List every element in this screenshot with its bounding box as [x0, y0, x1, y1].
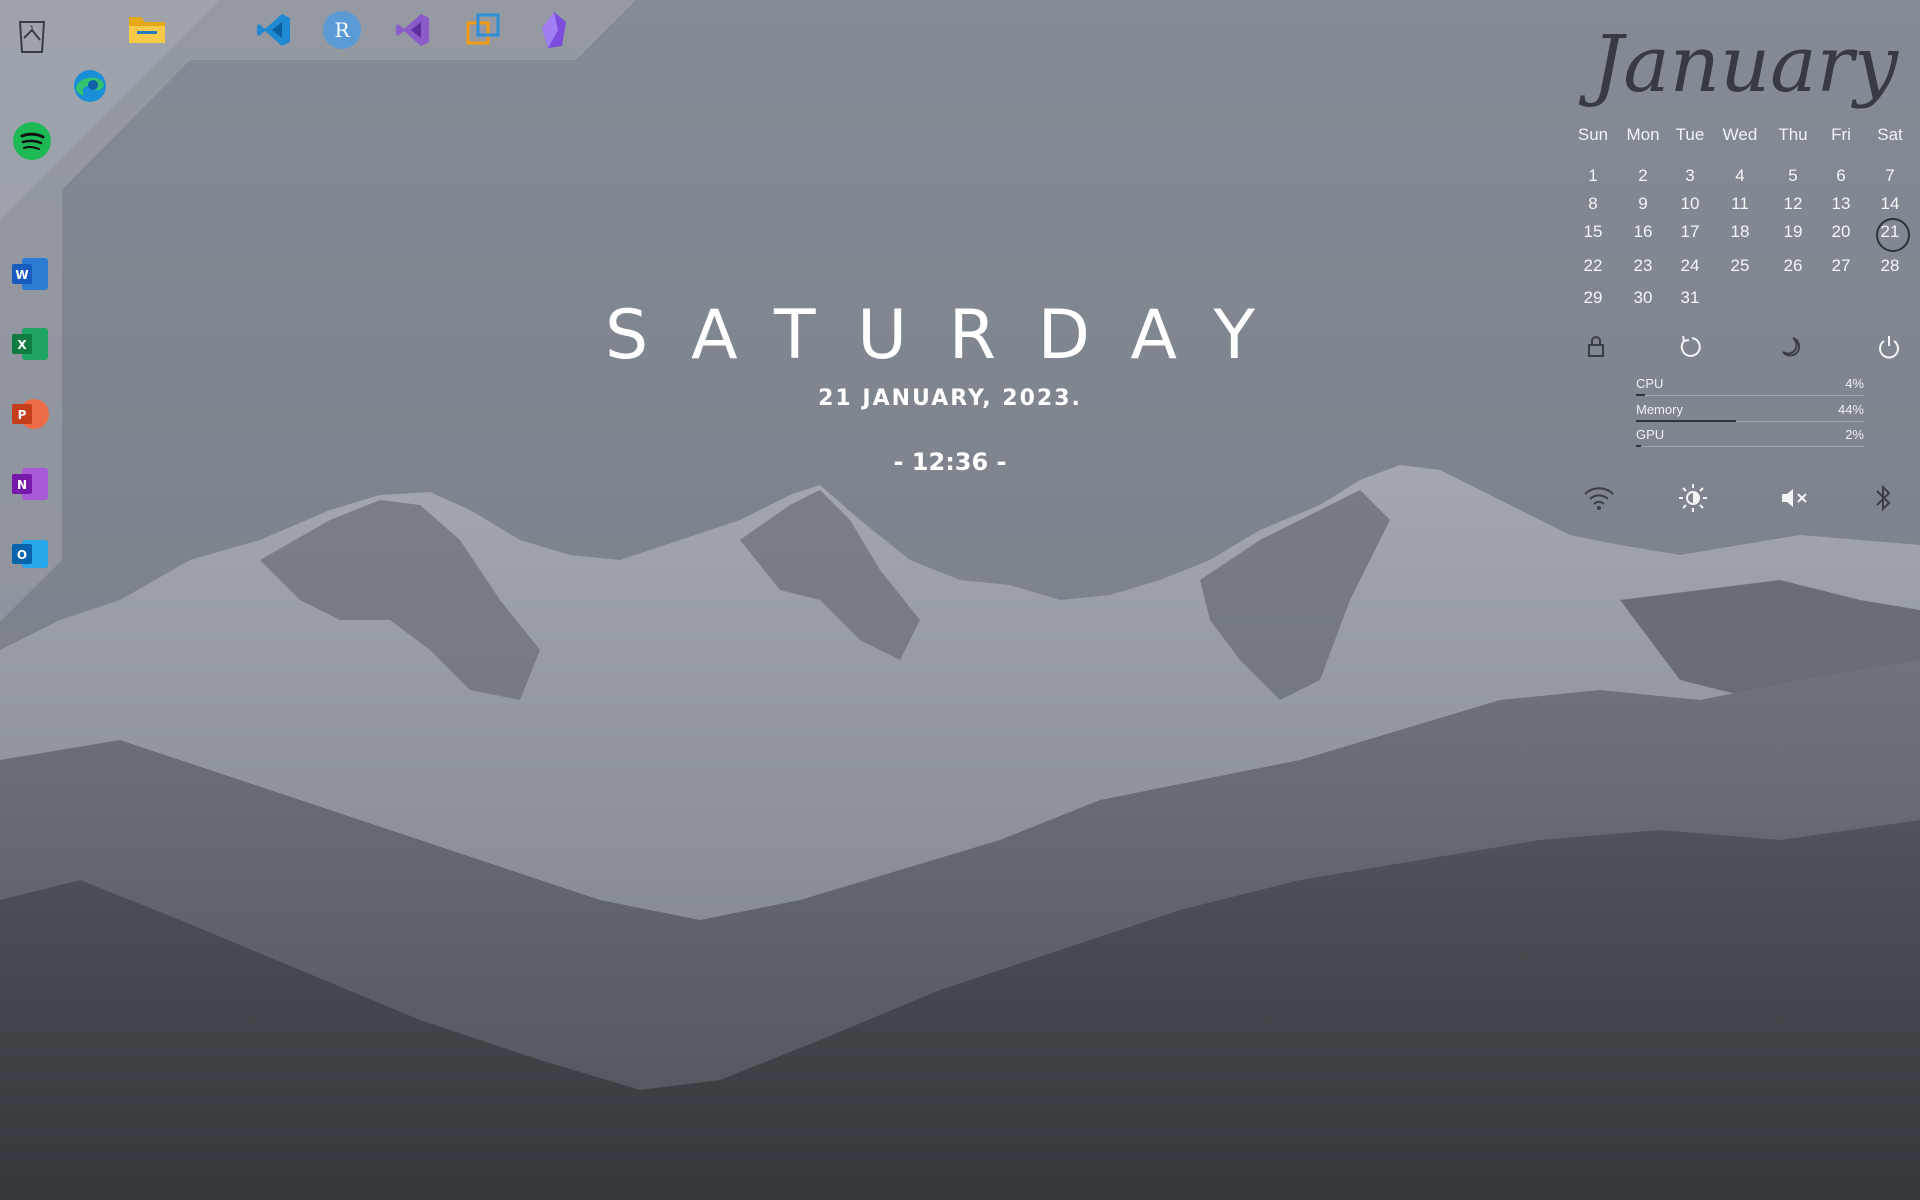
svg-text:W: W	[15, 268, 28, 282]
calendar-day[interactable]: 5	[1773, 166, 1813, 186]
today-marker	[1876, 218, 1910, 252]
meter-track	[1636, 446, 1864, 447]
powerpoint-icon[interactable]: P	[6, 390, 54, 438]
calendar-day[interactable]: 3	[1670, 166, 1710, 186]
spotify-icon[interactable]	[8, 117, 56, 165]
weekday-label: Tue	[1675, 125, 1705, 144]
calendar-day[interactable]: 19	[1773, 222, 1813, 242]
svg-text:P: P	[18, 408, 27, 422]
mute-icon[interactable]	[1777, 482, 1811, 514]
calendar-day[interactable]: 24	[1670, 256, 1710, 276]
meter-fill	[1636, 445, 1641, 447]
meter-value: 2%	[1845, 427, 1864, 442]
folder-icon[interactable]	[123, 6, 171, 54]
calendar-day[interactable]: 11	[1720, 194, 1760, 214]
obsidian-icon[interactable]	[530, 6, 578, 54]
gpu-meter: GPU 2%	[1636, 425, 1864, 447]
meter-label: CPU	[1636, 376, 1664, 391]
meter-label: Memory	[1636, 402, 1683, 417]
calendar-day[interactable]: 14	[1870, 194, 1910, 214]
svg-text:SATURDAY: SATURDAY	[605, 298, 1295, 368]
meter-value: 44%	[1837, 402, 1864, 417]
calendar-day[interactable]: 17	[1670, 222, 1710, 242]
calendar-day[interactable]: 26	[1773, 256, 1813, 276]
restart-icon[interactable]	[1676, 332, 1706, 362]
calendar-day[interactable]: 10	[1670, 194, 1710, 214]
meter-label: GPU	[1636, 427, 1665, 442]
time-text: - 12:36 -	[893, 448, 1007, 476]
calendar-day[interactable]: 22	[1573, 256, 1613, 276]
edge-icon[interactable]	[66, 62, 114, 110]
calendar-day[interactable]: 30	[1623, 288, 1663, 308]
outlook-icon[interactable]: O	[6, 530, 54, 578]
svg-text:1: 1	[29, 25, 35, 35]
calendar-day[interactable]: 29	[1573, 288, 1613, 308]
calendar-day[interactable]: 27	[1821, 256, 1861, 276]
calendar-day[interactable]: 13	[1821, 194, 1861, 214]
weekday-label: Wed	[1722, 125, 1758, 144]
desktop: 1 R W X P N O SATURDAY 21 JANUARY, 2023.	[0, 0, 1920, 1200]
weekday-label: Sun	[1577, 125, 1609, 144]
calendar-day[interactable]: 12	[1773, 194, 1813, 214]
calendar-day[interactable]: 8	[1573, 194, 1613, 214]
calendar-day[interactable]: 4	[1720, 166, 1760, 186]
visual-studio-icon[interactable]	[389, 6, 437, 54]
calendar-day[interactable]: 31	[1670, 288, 1710, 308]
wifi-icon[interactable]	[1582, 482, 1616, 514]
weekday-label: Sat	[1877, 125, 1903, 144]
day-name: SATURDAY	[605, 298, 1295, 368]
calendar-day[interactable]: 1	[1573, 166, 1613, 186]
meter-fill	[1636, 394, 1645, 396]
calendar-day[interactable]: 23	[1623, 256, 1663, 276]
calendar-day[interactable]: 9	[1623, 194, 1663, 214]
bluetooth-icon[interactable]	[1866, 482, 1900, 514]
windows-squares-icon[interactable]	[459, 6, 507, 54]
onenote-icon[interactable]: N	[6, 460, 54, 508]
calendar-day[interactable]: 25	[1720, 256, 1760, 276]
meter-fill	[1636, 420, 1736, 422]
calendar-day[interactable]: 18	[1720, 222, 1760, 242]
lock-icon[interactable]	[1581, 332, 1611, 362]
vscode-icon[interactable]	[250, 6, 298, 54]
weekday-label: Mon	[1626, 125, 1660, 144]
calendar-day[interactable]: 6	[1821, 166, 1861, 186]
calendar-day[interactable]: 28	[1870, 256, 1910, 276]
calendar-month-title: January	[1591, 20, 1899, 110]
svg-text:R: R	[334, 18, 350, 42]
date-text: 21 JANUARY, 2023.	[818, 386, 1082, 411]
svg-text:N: N	[17, 478, 27, 492]
weekday-label: Fri	[1831, 125, 1851, 144]
meter-value: 4%	[1845, 376, 1864, 391]
calendar-day[interactable]: 7	[1870, 166, 1910, 186]
recycle-bin-icon[interactable]: 1	[8, 12, 56, 60]
calendar-day[interactable]: 16	[1623, 222, 1663, 242]
sleep-icon[interactable]	[1775, 332, 1805, 362]
weekday-label: Thu	[1778, 125, 1808, 144]
calendar-day[interactable]: 2	[1623, 166, 1663, 186]
svg-text:X: X	[17, 338, 27, 352]
r-icon[interactable]: R	[318, 6, 366, 54]
svg-text:O: O	[17, 548, 27, 562]
brightness-icon[interactable]	[1676, 482, 1710, 514]
calendar-day[interactable]: 15	[1573, 222, 1613, 242]
cpu-meter: CPU 4%	[1636, 374, 1864, 396]
excel-icon[interactable]: X	[6, 320, 54, 368]
memory-meter: Memory 44%	[1636, 400, 1864, 422]
power-icon[interactable]	[1874, 332, 1904, 362]
word-icon[interactable]: W	[6, 250, 54, 298]
meter-track	[1636, 395, 1864, 396]
calendar-day[interactable]: 20	[1821, 222, 1861, 242]
